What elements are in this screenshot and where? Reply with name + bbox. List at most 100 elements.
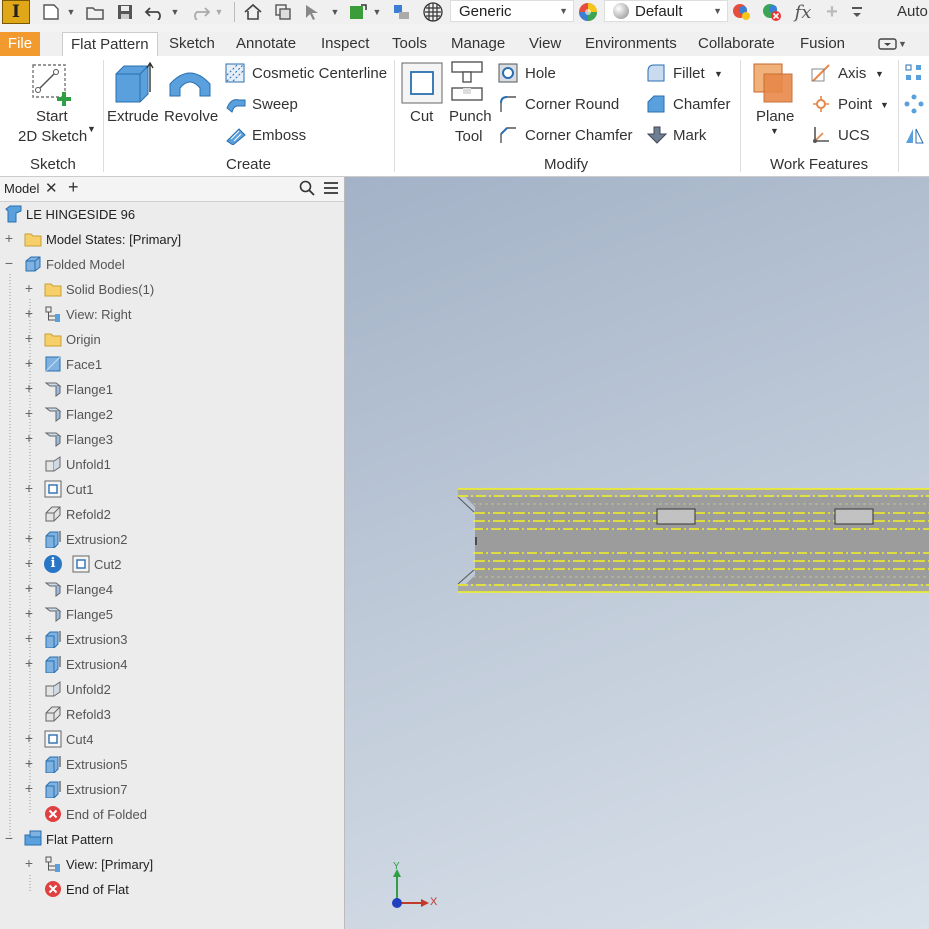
- expand-icon[interactable]: +: [23, 855, 35, 871]
- mirror-icon[interactable]: [904, 125, 924, 148]
- plane-icon[interactable]: [752, 62, 796, 109]
- adjust-appearance-icon[interactable]: [730, 2, 754, 22]
- tree-node-origin[interactable]: Origin: [44, 328, 101, 350]
- appearance-color-wheel-icon[interactable]: [576, 2, 600, 22]
- tab-annotate[interactable]: Annotate: [228, 32, 304, 56]
- tree-node-view-primary[interactable]: View: [Primary]: [44, 853, 153, 875]
- expand-icon[interactable]: +: [23, 480, 35, 496]
- expand-icon[interactable]: +: [23, 630, 35, 646]
- plus-icon[interactable]: +: [822, 1, 842, 23]
- update-dropdown-chevron-icon[interactable]: ▼: [372, 2, 382, 22]
- tree-node-unfold2[interactable]: Unfold2: [44, 678, 111, 700]
- tree-node-cut1[interactable]: Cut1: [44, 478, 93, 500]
- pattern-circular-icon[interactable]: [904, 94, 924, 117]
- pattern-rect-icon[interactable]: [904, 63, 924, 86]
- tree-node-extrusion3[interactable]: Extrusion3: [44, 628, 127, 650]
- revolve-icon[interactable]: [167, 64, 213, 105]
- punch-tool-label[interactable]: Tool: [455, 128, 483, 145]
- expand-icon[interactable]: +: [23, 555, 35, 571]
- start-2d-sketch-icon[interactable]: [30, 62, 74, 109]
- tree-node-end-of-folded[interactable]: End of Folded: [44, 803, 147, 825]
- tree-node-extrusion5[interactable]: Extrusion5: [44, 753, 127, 775]
- browser-tab-model[interactable]: Model: [4, 181, 39, 196]
- collapse-icon[interactable]: −: [3, 830, 15, 846]
- point-chevron-icon[interactable]: ▼: [880, 100, 889, 110]
- expand-icon[interactable]: +: [23, 330, 35, 346]
- chamfer-icon[interactable]: [646, 94, 666, 117]
- plane-label[interactable]: Plane: [756, 108, 794, 125]
- graphics-viewport[interactable]: Y X: [345, 177, 929, 929]
- tree-node-refold2[interactable]: Refold2: [44, 503, 111, 525]
- mark-label[interactable]: Mark: [673, 127, 706, 144]
- point-icon[interactable]: [811, 94, 831, 117]
- home-icon[interactable]: [242, 2, 264, 22]
- punch-label[interactable]: Punch: [449, 108, 492, 125]
- menu-icon[interactable]: [323, 181, 339, 198]
- tab-environments[interactable]: Environments: [577, 32, 685, 56]
- sweep-icon[interactable]: [225, 94, 247, 117]
- tree-node-view-right[interactable]: View: Right: [44, 303, 132, 325]
- redo-icon[interactable]: [188, 2, 212, 22]
- corner-chamfer-label[interactable]: Corner Chamfer: [525, 127, 633, 144]
- axis-label[interactable]: Axis: [838, 65, 866, 82]
- expand-icon[interactable]: +: [23, 580, 35, 596]
- expand-icon[interactable]: +: [23, 405, 35, 421]
- expand-icon[interactable]: +: [23, 755, 35, 771]
- plane-chevron-icon[interactable]: ▼: [770, 126, 779, 136]
- expand-icon[interactable]: +: [23, 430, 35, 446]
- punch-tool-icon[interactable]: [448, 60, 490, 107]
- extrude-icon[interactable]: [112, 61, 154, 107]
- tree-node-end-of-flat[interactable]: End of Flat: [44, 878, 129, 900]
- tree-node-unfold1[interactable]: Unfold1: [44, 453, 111, 475]
- tab-manage[interactable]: Manage: [443, 32, 513, 56]
- emboss-icon[interactable]: [225, 125, 247, 148]
- tree-root[interactable]: LE HINGESIDE 96: [4, 203, 135, 225]
- expand-icon[interactable]: +: [23, 780, 35, 796]
- hole-icon[interactable]: [498, 63, 518, 86]
- fillet-icon[interactable]: [646, 63, 666, 86]
- tree-node-extrusion4[interactable]: Extrusion4: [44, 653, 127, 675]
- start-label[interactable]: Start: [36, 108, 68, 125]
- tree-node-face1[interactable]: Face1: [44, 353, 102, 375]
- corner-round-icon[interactable]: [498, 94, 518, 117]
- cosmetic-centerline-icon[interactable]: [225, 63, 245, 86]
- tree-node-extrusion2[interactable]: Extrusion2: [44, 528, 127, 550]
- expand-icon[interactable]: +: [23, 655, 35, 671]
- tree-node-model-states[interactable]: Model States: [Primary]: [24, 228, 181, 250]
- undo-icon[interactable]: [142, 2, 168, 22]
- fillet-label[interactable]: Fillet: [673, 65, 705, 82]
- ucs-icon[interactable]: [811, 125, 831, 148]
- point-label[interactable]: Point: [838, 96, 872, 113]
- tab-sketch[interactable]: Sketch: [161, 32, 223, 56]
- select-filter-icon[interactable]: [302, 2, 324, 22]
- ribbon-display-options-icon[interactable]: ▼: [878, 36, 908, 52]
- start-2d-sketch-label[interactable]: 2D Sketch: [18, 128, 87, 145]
- new-dropdown-chevron-icon[interactable]: ▼: [66, 2, 76, 22]
- tree-node-flange2[interactable]: Flange2: [44, 403, 113, 425]
- search-icon[interactable]: [299, 180, 315, 199]
- tree-node-flange3[interactable]: Flange3: [44, 428, 113, 450]
- tab-flat-pattern[interactable]: Flat Pattern: [62, 32, 158, 58]
- hole-label[interactable]: Hole: [525, 65, 556, 82]
- expand-icon[interactable]: +: [23, 305, 35, 321]
- ilogic-browser-icon[interactable]: [390, 2, 414, 22]
- clear-appearance-icon[interactable]: [760, 2, 784, 22]
- tab-view[interactable]: View: [521, 32, 569, 56]
- tree-node-flange4[interactable]: Flange4: [44, 578, 113, 600]
- fillet-chevron-icon[interactable]: ▼: [714, 69, 723, 79]
- tab-fusion[interactable]: Fusion: [792, 32, 853, 56]
- appearance-dropdown[interactable]: Default ▼: [604, 0, 728, 22]
- chamfer-label[interactable]: Chamfer: [673, 96, 731, 113]
- expand-icon[interactable]: +: [23, 380, 35, 396]
- inventor-logo-icon[interactable]: I: [2, 0, 30, 24]
- tab-collaborate[interactable]: Collaborate: [690, 32, 783, 56]
- fx-parameters-icon[interactable]: fx: [790, 2, 816, 23]
- customize-toolbar-icon[interactable]: [848, 2, 866, 22]
- tree-node-refold3[interactable]: Refold3: [44, 703, 111, 725]
- expand-icon[interactable]: +: [3, 230, 15, 246]
- tree-node-cut2[interactable]: Cut2: [72, 553, 121, 575]
- expand-icon[interactable]: +: [23, 605, 35, 621]
- extrude-label[interactable]: Extrude: [107, 108, 159, 125]
- select-filter-dropdown-chevron-icon[interactable]: ▼: [330, 2, 340, 22]
- update-icon[interactable]: [346, 2, 370, 22]
